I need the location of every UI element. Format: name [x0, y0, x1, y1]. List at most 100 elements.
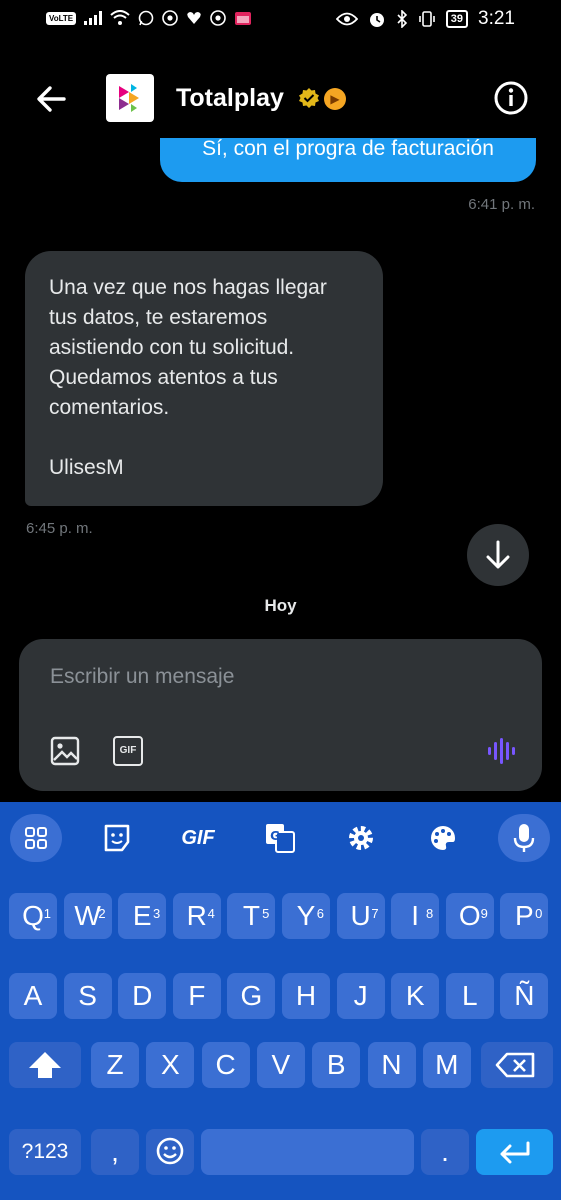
key-hint-number: 5 — [262, 906, 270, 921]
shift-key[interactable] — [9, 1042, 81, 1088]
letter-key[interactable]: F — [172, 973, 221, 1019]
emoji-key[interactable] — [146, 1129, 194, 1175]
backspace-key[interactable] — [481, 1042, 553, 1088]
message-signature: UlisesM — [49, 456, 124, 479]
letter-key[interactable]: U7 — [336, 893, 385, 939]
key-hint-number: 1 — [43, 906, 51, 921]
letter-key[interactable]: Y6 — [282, 893, 330, 939]
whatsapp-icon — [138, 10, 154, 26]
svg-text:G: G — [270, 829, 280, 843]
vibrate-icon — [418, 11, 435, 27]
key-hint-number: 9 — [480, 906, 488, 921]
key-label: A — [23, 980, 43, 1011]
backspace-icon — [495, 1052, 535, 1078]
voice-message-icon[interactable] — [486, 736, 516, 766]
key-hint-number: 2 — [98, 906, 106, 921]
key-label: Q — [22, 900, 44, 931]
key-hint-number: 7 — [371, 906, 379, 921]
letter-key[interactable]: K — [391, 973, 440, 1019]
key-label: W — [74, 900, 101, 931]
gif-button[interactable]: GIF — [113, 736, 143, 766]
letter-key[interactable]: W2 — [63, 893, 112, 939]
apps-grid-button[interactable] — [10, 814, 62, 862]
outgoing-timestamp: 6:41 p. m. — [468, 196, 535, 213]
conversation-header: Totalplay ▶ — [0, 58, 561, 138]
letter-key[interactable]: Ñ — [500, 973, 549, 1019]
space-key[interactable] — [201, 1129, 414, 1175]
alarm-icon — [369, 13, 384, 27]
letter-key[interactable]: Q1 — [9, 893, 57, 939]
letter-key[interactable]: P0 — [500, 893, 549, 939]
letter-key[interactable]: R4 — [172, 893, 221, 939]
settings-gear-icon[interactable] — [335, 814, 387, 862]
key-label: K — [405, 980, 425, 1011]
letter-key[interactable]: A — [9, 973, 57, 1019]
gif-keyboard-button[interactable]: GIF — [172, 814, 224, 862]
enter-key[interactable] — [476, 1129, 553, 1175]
battery-indicator: 39 — [445, 10, 469, 28]
totalplay-logo-icon — [119, 84, 139, 112]
back-arrow-icon[interactable] — [30, 78, 72, 120]
letter-key[interactable]: D — [118, 973, 167, 1019]
status-time: 3:21 — [478, 8, 515, 29]
letter-key[interactable]: V — [256, 1042, 305, 1088]
key-label: T — [242, 900, 260, 931]
theme-palette-icon[interactable] — [417, 814, 469, 862]
letter-key[interactable]: M — [422, 1042, 471, 1088]
key-label: L — [462, 980, 478, 1011]
incoming-message[interactable]: Una vez que nos hagas llegar tus datos, … — [25, 251, 383, 506]
letter-key[interactable]: N — [367, 1042, 416, 1088]
key-label: E — [132, 900, 152, 931]
letter-key[interactable]: E3 — [118, 893, 167, 939]
letter-key[interactable]: L — [445, 973, 494, 1019]
signal-icon — [84, 11, 103, 25]
message-line: tus datos, te estaremos — [49, 306, 268, 329]
letter-key[interactable]: H — [282, 973, 330, 1019]
key-label: Z — [106, 1049, 124, 1080]
translate-icon[interactable]: G — [254, 814, 306, 862]
letter-key[interactable]: J — [336, 973, 385, 1019]
message-line: comentarios. — [49, 396, 170, 419]
incoming-timestamp: 6:45 p. m. — [26, 520, 93, 537]
key-label: I — [411, 900, 420, 931]
key-label: N — [381, 1049, 402, 1080]
chrome-icon-2 — [210, 10, 226, 26]
period-key[interactable]: . — [421, 1129, 469, 1175]
letter-key[interactable]: I8 — [391, 893, 440, 939]
symbols-key[interactable]: ?123 — [9, 1129, 81, 1175]
letter-key[interactable]: C — [201, 1042, 250, 1088]
letter-key[interactable]: B — [312, 1042, 361, 1088]
affiliate-badge-icon: ▶ — [324, 88, 346, 110]
sticker-icon[interactable] — [92, 814, 144, 862]
comma-key[interactable]: , — [91, 1129, 139, 1175]
image-icon[interactable] — [50, 736, 80, 766]
letter-key[interactable]: Z — [91, 1042, 139, 1088]
key-label: P — [515, 900, 534, 931]
key-label: M — [435, 1049, 459, 1080]
outgoing-message[interactable]: Sí, con el progra de facturación — [160, 138, 536, 182]
page-title[interactable]: Totalplay — [176, 84, 284, 113]
letter-key[interactable]: G — [227, 973, 276, 1019]
scroll-to-bottom-button[interactable] — [467, 524, 529, 586]
chrome-icon — [162, 10, 178, 26]
arrow-down-icon — [486, 540, 510, 569]
volte-badge: VoLTE — [46, 11, 77, 25]
verified-badge-icon — [299, 88, 319, 108]
letter-key[interactable]: O9 — [445, 893, 494, 939]
letter-key[interactable]: X — [146, 1042, 195, 1088]
day-separator: Hoy — [264, 596, 297, 615]
key-label: B — [326, 1049, 346, 1080]
message-input[interactable]: Escribir un mensaje — [50, 665, 234, 689]
letter-key[interactable]: S — [63, 973, 112, 1019]
calendar-app-icon — [235, 12, 252, 25]
info-icon[interactable] — [493, 80, 529, 116]
outgoing-message-text: Sí, con el progra de facturación — [202, 138, 494, 160]
microphone-icon — [513, 824, 535, 852]
status-bar: VoLTE 39 3:21 — [0, 0, 561, 42]
message-composer[interactable]: Escribir un mensaje GIF — [19, 639, 542, 791]
avatar[interactable] — [106, 74, 154, 122]
message-line: Una vez que nos hagas llegar — [49, 276, 327, 299]
voice-input-button[interactable] — [498, 814, 550, 862]
letter-key[interactable]: T5 — [227, 893, 276, 939]
key-label: F — [188, 980, 206, 1011]
